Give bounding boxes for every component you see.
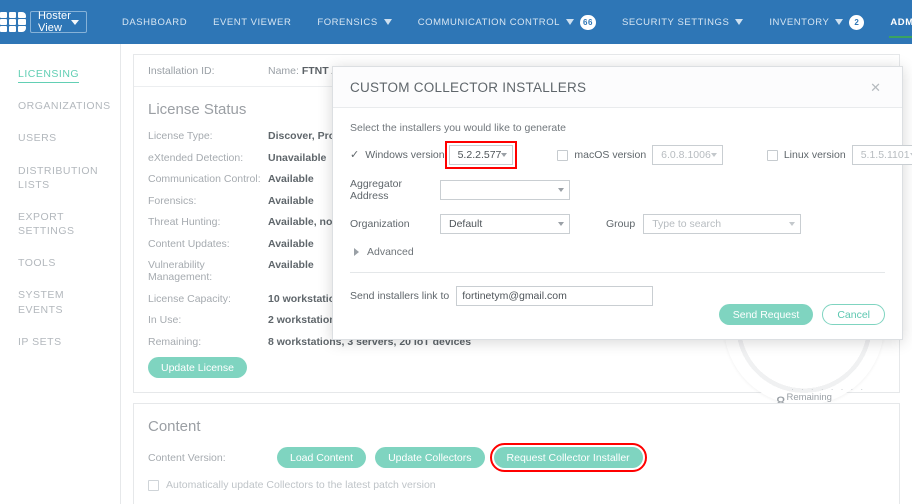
close-icon[interactable]: ✕	[866, 77, 885, 98]
os-selection-row: ✓ Windows version 5.2.2.577 macOS versio…	[350, 145, 885, 165]
custom-collector-installers-dialog: CUSTOM COLLECTOR INSTALLERS ✕ Select the…	[332, 66, 903, 340]
aggregator-address-dropdown[interactable]	[440, 180, 570, 200]
send-request-button[interactable]: Send Request	[719, 304, 814, 325]
organization-dropdown[interactable]: Default	[440, 214, 570, 234]
modal-header: CUSTOM COLLECTOR INSTALLERS ✕	[333, 67, 902, 108]
send-installers-link-label: Send installers link to	[350, 290, 449, 302]
group-label: Group	[606, 218, 635, 230]
checkbox-icon[interactable]	[767, 150, 778, 161]
linux-version-value: 5.1.5.1101	[861, 149, 910, 161]
caret-down-icon	[558, 222, 564, 226]
aggregator-address-label: Aggregator Address	[350, 178, 440, 202]
modal-divider	[350, 272, 885, 273]
organization-group-row: Organization Default Group Type to searc…	[350, 214, 885, 234]
caret-down-icon	[711, 153, 717, 157]
caret-down-icon	[501, 153, 507, 157]
group-placeholder: Type to search	[652, 218, 721, 230]
advanced-label: Advanced	[367, 246, 414, 258]
macos-version-value: 6.0.8.1006	[661, 149, 711, 161]
windows-version-value: 5.2.2.577	[458, 149, 502, 161]
send-installers-link-row: Send installers link to fortinetym@gmail…	[350, 286, 885, 306]
macos-version-option[interactable]: macOS version	[557, 149, 646, 161]
windows-version-label: Windows version	[365, 149, 444, 161]
caret-down-icon	[558, 188, 564, 192]
caret-down-icon	[789, 222, 795, 226]
modal-hint-text: Select the installers you would like to …	[350, 122, 885, 134]
modal-title: CUSTOM COLLECTOR INSTALLERS	[350, 80, 586, 95]
checkbox-icon[interactable]	[557, 150, 568, 161]
organization-label: Organization	[350, 218, 440, 230]
cancel-button[interactable]: Cancel	[822, 304, 885, 325]
linux-version-option[interactable]: Linux version	[767, 149, 846, 161]
check-icon[interactable]: ✓	[350, 150, 359, 161]
organization-value: Default	[449, 218, 482, 230]
triangle-right-icon	[354, 248, 359, 256]
modal-overlay: CUSTOM COLLECTOR INSTALLERS ✕ Select the…	[0, 0, 912, 504]
linux-version-dropdown[interactable]: 5.1.5.1101	[852, 145, 912, 165]
macos-version-label: macOS version	[574, 149, 646, 161]
aggregator-address-row: Aggregator Address	[350, 178, 885, 202]
advanced-toggle[interactable]: Advanced	[354, 246, 885, 258]
send-installers-email-input[interactable]: fortinetym@gmail.com	[456, 286, 653, 306]
windows-version-dropdown[interactable]: 5.2.2.577	[449, 145, 514, 165]
app-root: Hoster View DASHBOARD EVENT VIEWER FOREN…	[0, 0, 912, 504]
modal-body: Select the installers you would like to …	[333, 108, 902, 306]
windows-version-option[interactable]: ✓ Windows version	[350, 149, 445, 161]
macos-version-dropdown[interactable]: 6.0.8.1006	[652, 145, 723, 165]
modal-action-buttons: Send Request Cancel	[719, 304, 885, 325]
group-dropdown[interactable]: Type to search	[643, 214, 801, 234]
linux-version-label: Linux version	[784, 149, 846, 161]
